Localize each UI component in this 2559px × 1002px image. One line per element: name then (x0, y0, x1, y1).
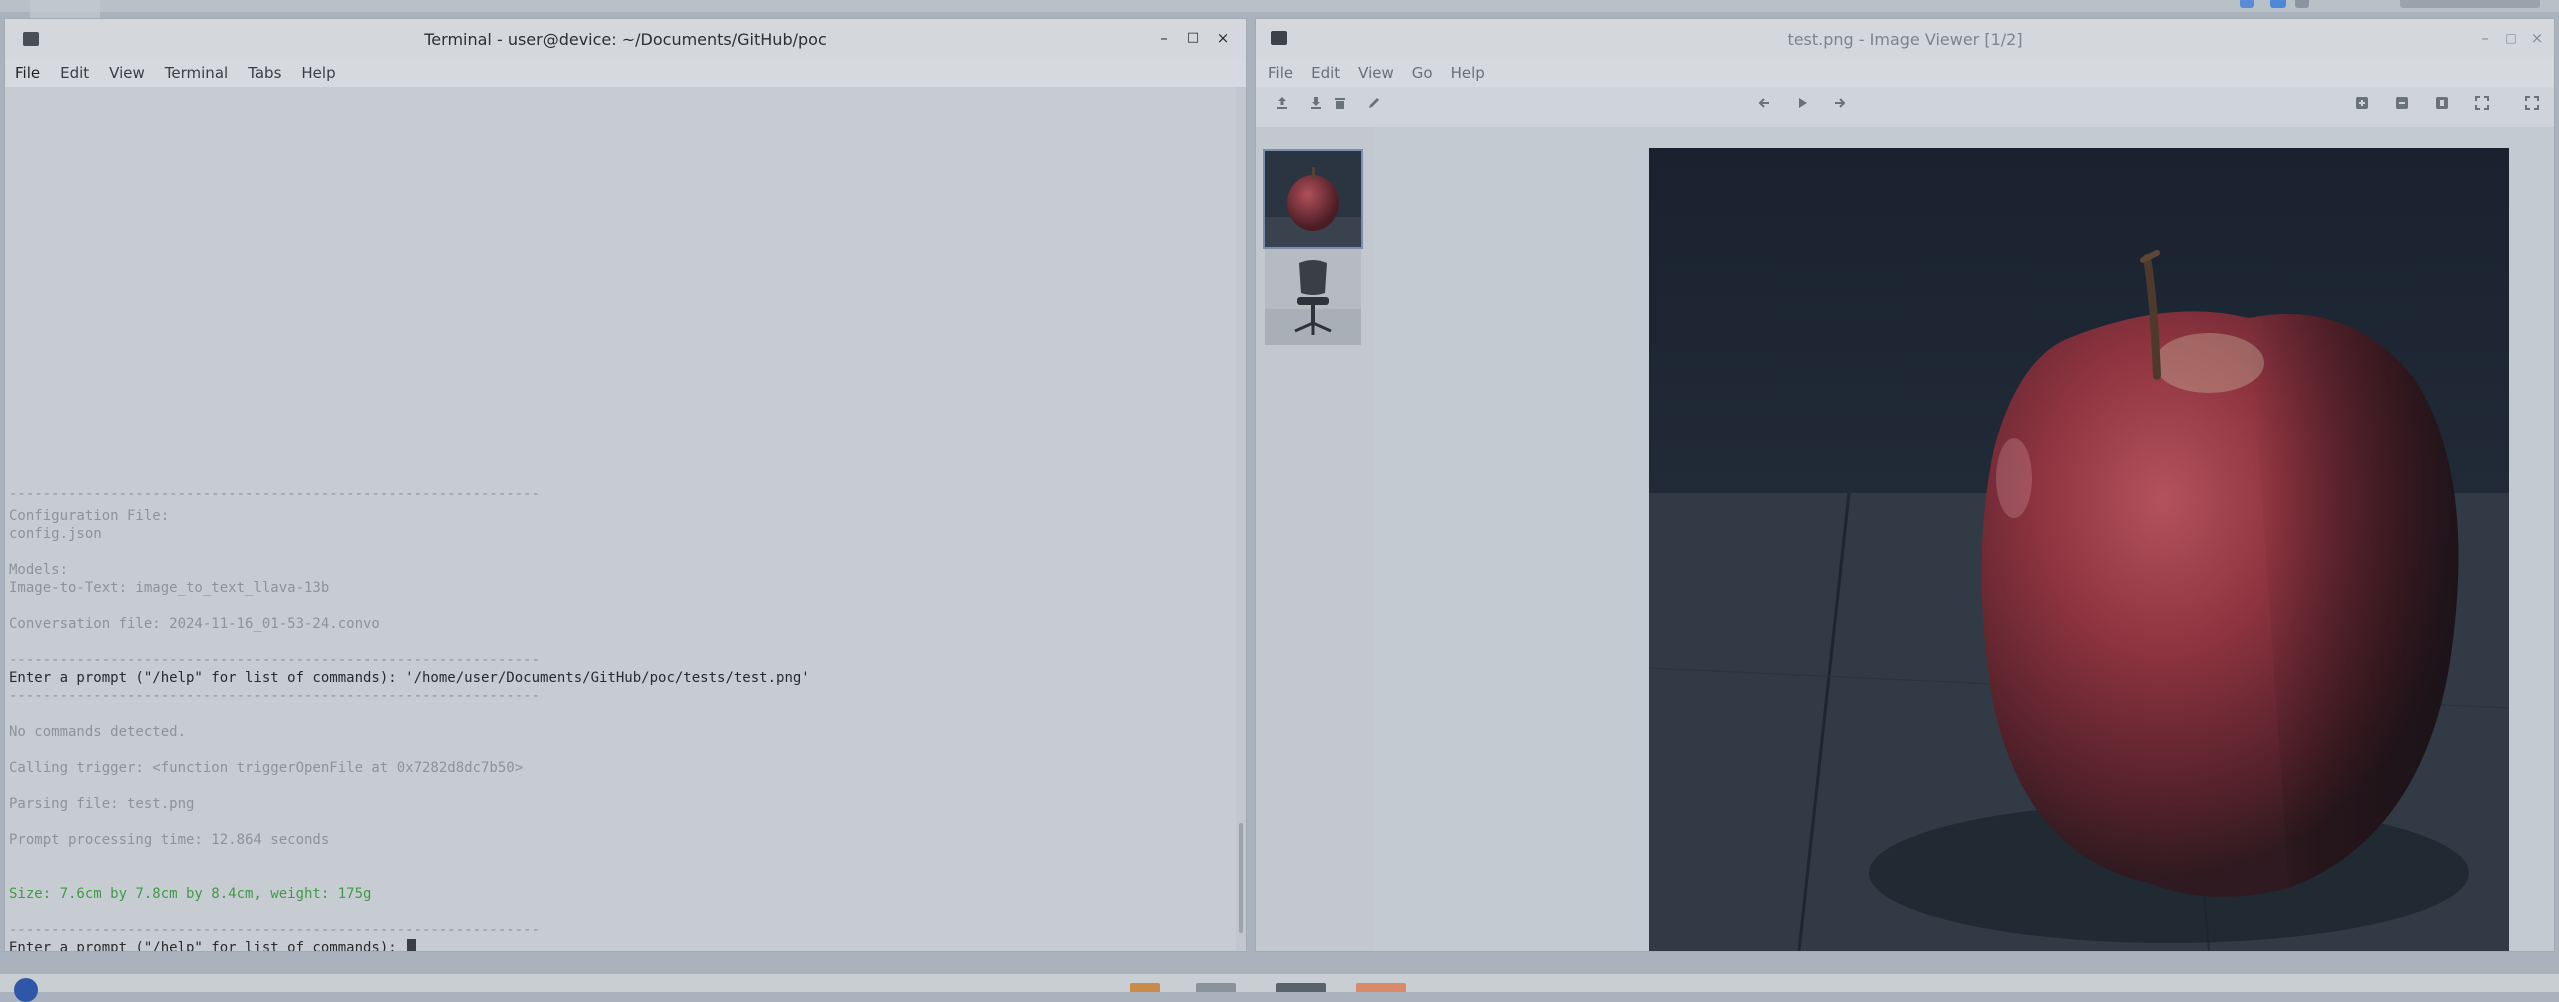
save-icon[interactable] (1306, 96, 1326, 116)
models-label: Models: (9, 562, 69, 578)
viewer-toolbar (1256, 87, 2554, 127)
menu-help[interactable]: Help (1451, 64, 1485, 82)
calling-trigger-line: Calling trigger: <function triggerOpenFi… (9, 760, 524, 776)
open-icon[interactable] (1272, 96, 1292, 116)
viewer-title: test.png - Image Viewer [1/2] (1787, 30, 2023, 49)
image-canvas[interactable] (1374, 127, 2554, 951)
menu-file[interactable]: File (1268, 64, 1293, 82)
close-button[interactable]: × (1212, 27, 1234, 49)
start-menu-button[interactable] (14, 978, 38, 1002)
image-viewer-window: test.png - Image Viewer [1/2] – □ × File… (1255, 18, 2555, 952)
taskbar (0, 974, 2559, 1002)
taskbar-folder-icon[interactable] (1196, 983, 1236, 992)
menu-view[interactable]: View (109, 64, 145, 82)
config-label: Configuration File: (9, 508, 170, 524)
tray-icon[interactable] (2295, 0, 2309, 8)
separator-line: ----------------------------------------… (9, 652, 541, 668)
thumbnail-bar (1256, 127, 1374, 951)
separator-line: ----------------------------------------… (9, 688, 541, 704)
close-button[interactable]: × (2526, 27, 2548, 49)
terminal-window: Terminal - user@device: ~/Documents/GitH… (4, 18, 1247, 952)
apple-photo (1649, 148, 2509, 951)
menu-edit[interactable]: Edit (60, 64, 89, 82)
text-cursor (407, 939, 417, 951)
prompt-line: Enter a prompt ("/help" for list of comm… (9, 670, 810, 686)
terminal-scrollbar[interactable] (1236, 87, 1246, 951)
menu-file[interactable]: File (15, 64, 40, 82)
config-value: config.json (9, 526, 102, 542)
zoom-fit-icon[interactable] (2432, 96, 2452, 116)
terminal-menubar: File Edit View Terminal Tabs Help (5, 59, 1246, 87)
terminal-output[interactable]: ----------------------------------------… (5, 87, 1237, 951)
thumbnail-office-chair[interactable] (1263, 247, 1363, 347)
separator-line: ----------------------------------------… (9, 922, 541, 938)
minimize-button[interactable]: – (1153, 27, 1175, 49)
forward-icon[interactable] (1830, 96, 1850, 116)
menu-edit[interactable]: Edit (1311, 64, 1340, 82)
zoom-100-icon[interactable] (2472, 96, 2492, 116)
taskbar-terminal-icon[interactable] (1276, 983, 1326, 992)
tray-icon[interactable] (2240, 0, 2254, 8)
menu-view[interactable]: View (1358, 64, 1394, 82)
back-icon[interactable] (1754, 96, 1774, 116)
desktop-top-panel (0, 0, 2559, 38)
taskbar-app-icon[interactable] (1130, 983, 1160, 992)
maximize-button[interactable]: □ (1182, 27, 1204, 49)
prompt-text: Enter a prompt ("/help" for list of comm… (9, 940, 406, 952)
model-line: Image-to-Text: image_to_text_llava-13b (9, 580, 330, 596)
parsing-file-line: Parsing file: test.png (9, 796, 195, 812)
edit-icon[interactable] (1364, 96, 1384, 116)
scrollbar-thumb[interactable] (1239, 823, 1243, 933)
terminal-title: Terminal - user@device: ~/Documents/GitH… (424, 30, 827, 49)
separator-line: ----------------------------------------… (9, 486, 541, 502)
viewer-titlebar[interactable]: test.png - Image Viewer [1/2] – □ × (1256, 19, 2554, 59)
fullscreen-icon[interactable] (2522, 96, 2542, 116)
zoom-out-icon[interactable] (2392, 96, 2412, 116)
tray-icon[interactable] (2270, 0, 2286, 8)
menu-help[interactable]: Help (301, 64, 335, 82)
trash-icon[interactable] (1330, 96, 1350, 116)
menu-go[interactable]: Go (1412, 64, 1433, 82)
menu-terminal[interactable]: Terminal (165, 64, 228, 82)
minimize-button[interactable]: – (2474, 27, 2496, 49)
current-prompt[interactable]: Enter a prompt ("/help" for list of comm… (9, 939, 417, 952)
play-icon[interactable] (1792, 96, 1812, 116)
viewer-menubar: File Edit View Go Help (1256, 59, 2554, 87)
no-commands-line: No commands detected. (9, 724, 187, 740)
processing-time-line: Prompt processing time: 12.864 seconds (9, 832, 330, 848)
thumbnail-apple[interactable] (1263, 149, 1363, 249)
result-line: Size: 7.6cm by 7.8cm by 8.4cm, weight: 1… (9, 886, 372, 902)
terminal-titlebar[interactable]: Terminal - user@device: ~/Documents/GitH… (5, 19, 1246, 59)
tray-clock[interactable] (2400, 0, 2540, 8)
taskbar-viewer-icon[interactable] (1356, 983, 1406, 992)
menu-tabs[interactable]: Tabs (248, 64, 281, 82)
conversation-file: Conversation file: 2024-11-16_01-53-24.c… (9, 616, 380, 632)
maximize-button[interactable]: □ (2500, 27, 2522, 49)
zoom-in-icon[interactable] (2352, 96, 2372, 116)
